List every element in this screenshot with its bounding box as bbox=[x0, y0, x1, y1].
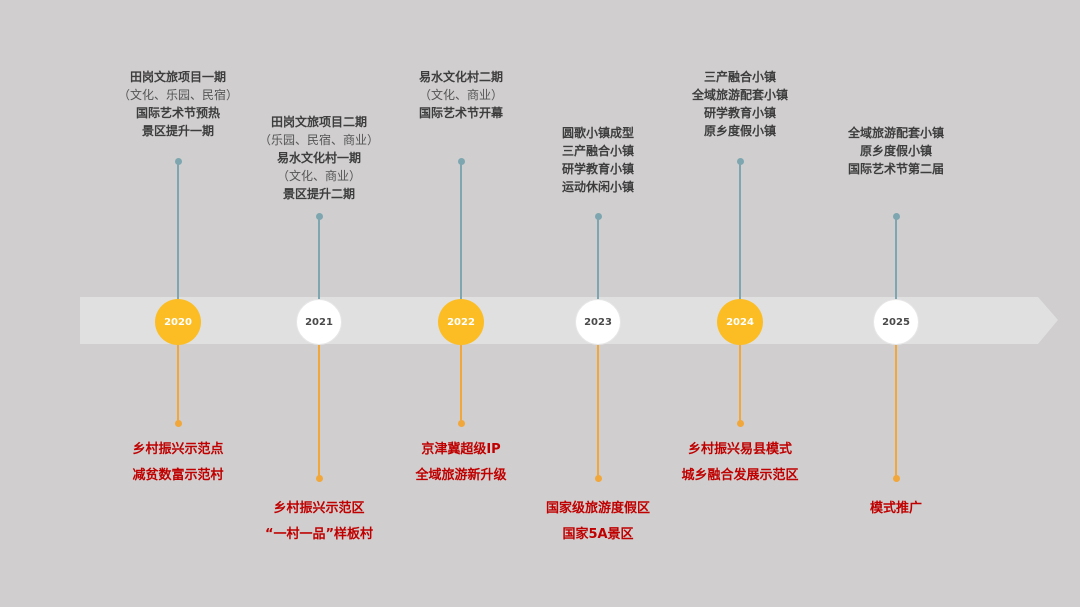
upper-connector-line bbox=[597, 217, 599, 299]
plan-line: 景区提升二期 bbox=[282, 187, 355, 201]
achievement-line: “一村一品”样板村 bbox=[264, 527, 374, 542]
upper-connector-line bbox=[895, 217, 897, 299]
upper-connector-line bbox=[177, 162, 179, 299]
upper-connector-line bbox=[460, 162, 462, 299]
plan-line: （文化、乐园、民宿） bbox=[117, 88, 238, 102]
year-badge: 2025 bbox=[873, 299, 919, 345]
year-badge: 2023 bbox=[575, 299, 621, 345]
achievement-line: 京津冀超级IP bbox=[421, 442, 501, 457]
timeline-node-2022: 易水文化村二期 （文化、商业） 国际艺术节开幕 2022 京津冀超级IP 全域旅… bbox=[415, 0, 506, 607]
plan-line: 易水文化村二期 bbox=[418, 70, 503, 84]
lower-connector-dot bbox=[457, 420, 465, 427]
node-achievement-text: 模式推广 bbox=[786, 496, 1006, 522]
timeline-node-2020: 田岗文旅项目一期 （文化、乐园、民宿） 国际艺术节预热 景区提升一期 2020 … bbox=[118, 0, 238, 607]
plan-line: 三产融合小镇 bbox=[703, 70, 776, 84]
achievement-line: 乡村振兴示范点 bbox=[132, 442, 224, 457]
plan-line: 田岗文旅项目一期 bbox=[129, 70, 226, 84]
year-badge: 2022 bbox=[438, 299, 484, 345]
timeline-node-2021: 田岗文旅项目二期 （乐园、民宿、商业） 易水文化村一期 （文化、商业） 景区提升… bbox=[259, 0, 379, 607]
plan-line: 国际艺术节第二届 bbox=[847, 162, 944, 176]
timeline-node-2025: 全域旅游配套小镇 原乡度假小镇 国际艺术节第二届 2025 模式推广 bbox=[848, 0, 944, 607]
lower-connector-line bbox=[460, 345, 462, 423]
plan-line: （文化、商业） bbox=[418, 88, 503, 102]
plan-line: 国际艺术节开幕 bbox=[418, 106, 503, 120]
plan-line: 研学教育小镇 bbox=[561, 162, 634, 176]
year-badge: 2024 bbox=[717, 299, 763, 345]
achievement-line: 模式推广 bbox=[869, 501, 922, 516]
lower-connector-line bbox=[739, 345, 741, 423]
lower-connector-dot bbox=[315, 475, 323, 482]
plan-line: 全域旅游配套小镇 bbox=[691, 88, 788, 102]
node-plan-text: 全域旅游配套小镇 原乡度假小镇 国际艺术节第二届 bbox=[786, 124, 1006, 178]
plan-line: 原乡度假小镇 bbox=[859, 144, 932, 158]
timeline-node-2023: 圆歌小镇成型 三产融合小镇 研学教育小镇 运动休闲小镇 2023 国家级旅游度假… bbox=[546, 0, 650, 607]
lower-connector-dot bbox=[594, 475, 602, 482]
upper-connector-line bbox=[318, 217, 320, 299]
achievement-line: 全域旅游新升级 bbox=[415, 468, 507, 483]
achievement-line: 城乡融合发展示范区 bbox=[681, 468, 799, 483]
achievement-line: 国家5A景区 bbox=[562, 527, 634, 542]
plan-line: 易水文化村一期 bbox=[276, 151, 361, 165]
lower-connector-line bbox=[895, 345, 897, 478]
lower-connector-dot bbox=[736, 420, 744, 427]
node-plan-text: 田岗文旅项目二期 （乐园、民宿、商业） 易水文化村一期 （文化、商业） 景区提升… bbox=[209, 113, 429, 203]
achievement-line: 减贫数富示范村 bbox=[132, 468, 224, 483]
upper-connector-line bbox=[739, 162, 741, 299]
node-achievement-text: 国家级旅游度假区 国家5A景区 bbox=[488, 496, 708, 548]
lower-connector-line bbox=[177, 345, 179, 423]
plan-line: 研学教育小镇 bbox=[703, 106, 776, 120]
year-badge: 2020 bbox=[155, 299, 201, 345]
timeline-node-2024: 三产融合小镇 全域旅游配套小镇 研学教育小镇 原乡度假小镇 2024 乡村振兴易… bbox=[681, 0, 798, 607]
node-plan-text: 易水文化村二期 （文化、商业） 国际艺术节开幕 bbox=[351, 68, 571, 122]
lower-connector-dot bbox=[174, 420, 182, 427]
lower-connector-line bbox=[318, 345, 320, 478]
plan-line: 运动休闲小镇 bbox=[561, 180, 634, 194]
plan-line: 全域旅游配套小镇 bbox=[847, 126, 944, 140]
year-badge: 2021 bbox=[296, 299, 342, 345]
plan-line: 三产融合小镇 bbox=[561, 144, 634, 158]
lower-connector-line bbox=[597, 345, 599, 478]
plan-line: （文化、商业） bbox=[276, 169, 361, 183]
achievement-line: 国家级旅游度假区 bbox=[545, 501, 650, 516]
node-achievement-text: 乡村振兴示范点 减贫数富示范村 bbox=[68, 437, 288, 489]
lower-connector-dot bbox=[892, 475, 900, 482]
achievement-line: 乡村振兴示范区 bbox=[273, 501, 365, 516]
node-achievement-text: 乡村振兴示范区 “一村一品”样板村 bbox=[209, 496, 429, 548]
achievement-line: 乡村振兴易县模式 bbox=[687, 442, 792, 457]
node-achievement-text: 乡村振兴易县模式 城乡融合发展示范区 bbox=[630, 437, 850, 489]
node-achievement-text: 京津冀超级IP 全域旅游新升级 bbox=[351, 437, 571, 489]
plan-line: （乐园、民宿、商业） bbox=[258, 133, 379, 147]
